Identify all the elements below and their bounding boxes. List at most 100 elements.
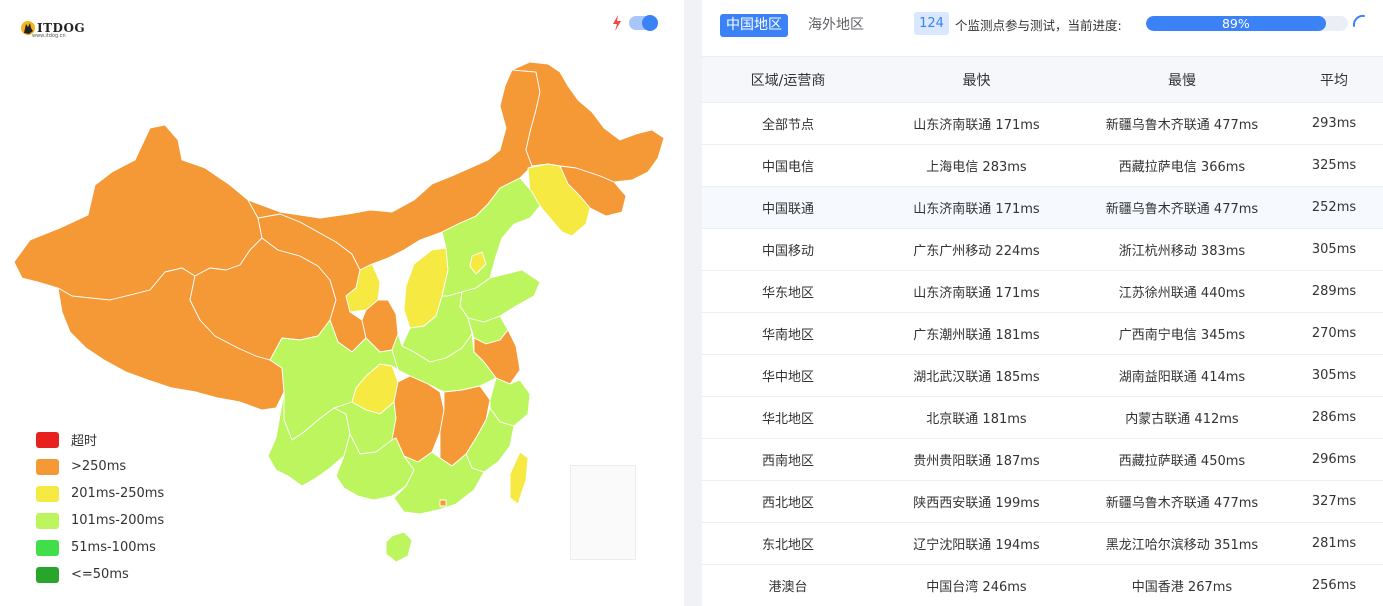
- header-average: 平均: [1285, 56, 1383, 103]
- cell-slowest: 新疆乌鲁木齐联通 477ms: [1079, 480, 1285, 523]
- legend-item-51-100: 51ms-100ms: [36, 534, 164, 561]
- cell-average: 296ms: [1285, 438, 1383, 481]
- table-row[interactable]: 华东地区 山东济南联通 171ms 江苏徐州联通 440ms 289ms: [702, 270, 1383, 313]
- cell-region: 华中地区: [702, 354, 874, 397]
- table-row[interactable]: 中国移动 广东广州移动 224ms 浙江杭州移动 383ms 305ms: [702, 228, 1383, 271]
- legend-label: 超时: [71, 434, 98, 449]
- province-taiwan: [509, 451, 529, 505]
- header-slowest: 最慢: [1079, 56, 1285, 103]
- table-body: 全部节点 山东济南联通 171ms 新疆乌鲁木齐联通 477ms 293ms 中国电信上…: [702, 102, 1383, 606]
- latency-legend: 超时 >250ms 201ms-250ms 101ms-200ms 51ms-1…: [36, 426, 164, 588]
- cell-fastest: 山东济南联通 171ms: [874, 102, 1079, 145]
- cell-slowest: 江苏徐州联通 440ms: [1079, 270, 1285, 313]
- legend-swatch: [36, 566, 59, 583]
- results-topbar: 中国地区 海外地区 124 个监测点参与测试，当前进度: 89%: [702, 0, 1383, 56]
- cell-fastest: 贵州贵阳联通 187ms: [874, 438, 1079, 481]
- province-hongkong: [439, 499, 447, 507]
- cell-average: 252ms: [1285, 186, 1383, 229]
- cell-slowest: 湖南益阳联通 414ms: [1079, 354, 1285, 397]
- table-row[interactable]: 全部节点 山东济南联通 171ms 新疆乌鲁木齐联通 477ms 293ms: [702, 102, 1383, 145]
- south-china-sea-inset: [570, 465, 636, 560]
- legend-swatch: [36, 458, 59, 475]
- map-panel: ITDOG www.itdog.cn 超时 >250ms 201ms-250ms…: [0, 0, 684, 606]
- cell-region: 华南地区: [702, 312, 874, 355]
- table-row[interactable]: 华中地区 湖北武汉联通 185ms 湖南益阳联通 414ms 305ms: [702, 354, 1383, 397]
- cell-fastest: 陕西西安联通 199ms: [874, 480, 1079, 523]
- tab-overseas[interactable]: 海外地区: [802, 14, 870, 37]
- cell-fastest: 湖北武汉联通 185ms: [874, 354, 1079, 397]
- table-row[interactable]: 西南地区 贵州贵阳联通 187ms 西藏拉萨联通 450ms 296ms: [702, 438, 1383, 481]
- cell-average: 256ms: [1285, 564, 1383, 606]
- legend-label: 101ms-200ms: [71, 513, 165, 528]
- cell-slowest: 新疆乌鲁木齐联通 477ms: [1079, 186, 1285, 229]
- legend-swatch: [36, 485, 59, 502]
- legend-swatch: [36, 512, 59, 529]
- cell-slowest: 中国香港 267ms: [1079, 564, 1285, 606]
- cell-region: 东北地区: [702, 522, 874, 565]
- progress-label: 89%: [1221, 16, 1250, 31]
- cell-average: 325ms: [1285, 144, 1383, 187]
- legend-item-timeout: 超时: [36, 426, 164, 453]
- cell-fastest: 山东济南联通 171ms: [874, 186, 1079, 229]
- cell-region: 西北地区: [702, 480, 874, 523]
- cell-fastest: 上海电信 283ms: [874, 144, 1079, 187]
- legend-item-201-250: 201ms-250ms: [36, 480, 164, 507]
- province-hainan: [385, 531, 413, 563]
- cell-region: 全部节点: [702, 102, 874, 145]
- cell-region: 中国电信: [702, 144, 874, 187]
- cell-slowest: 内蒙古联通 412ms: [1079, 396, 1285, 439]
- monitor-count-text: 个监测点参与测试，当前进度:: [955, 18, 1122, 33]
- legend-label: >250ms: [71, 459, 127, 474]
- cell-fastest: 辽宁沈阳联通 194ms: [874, 522, 1079, 565]
- legend-item-le50: <=50ms: [36, 561, 164, 588]
- legend-label: 201ms-250ms: [71, 486, 165, 501]
- legend-item-gt250: >250ms: [36, 453, 164, 480]
- cell-average: 305ms: [1285, 228, 1383, 271]
- cell-average: 286ms: [1285, 396, 1383, 439]
- cell-region: 西南地区: [702, 438, 874, 481]
- progress-bar: 89%: [1146, 16, 1348, 31]
- panel-divider: [684, 0, 702, 606]
- cell-region: 中国移动: [702, 228, 874, 271]
- cell-average: 293ms: [1285, 102, 1383, 145]
- table-row[interactable]: 港澳台 中国台湾 246ms 中国香港 267ms 256ms: [702, 564, 1383, 606]
- cell-fastest: 广东广州移动 224ms: [874, 228, 1079, 271]
- legend-swatch: [36, 539, 59, 556]
- legend-label: <=50ms: [71, 567, 129, 582]
- legend-swatch: [36, 431, 59, 448]
- cell-fastest: 山东济南联通 171ms: [874, 270, 1079, 313]
- monitor-count-badge: 124: [914, 12, 949, 35]
- table-row[interactable]: 中国联通 山东济南联通 171ms 新疆乌鲁木齐联通 477ms 252ms: [702, 186, 1383, 229]
- cell-slowest: 广西南宁电信 345ms: [1079, 312, 1285, 355]
- header-region: 区域/运营商: [702, 56, 874, 103]
- table-row[interactable]: 中国电信 上海电信 283ms 西藏拉萨电信 366ms 325ms: [702, 144, 1383, 187]
- progress-fill: 89%: [1146, 16, 1326, 31]
- cell-slowest: 西藏拉萨联通 450ms: [1079, 438, 1285, 481]
- cell-fastest: 中国台湾 246ms: [874, 564, 1079, 606]
- cell-slowest: 黑龙江哈尔滨移动 351ms: [1079, 522, 1285, 565]
- table-row[interactable]: 西北地区 陕西西安联通 199ms 新疆乌鲁木齐联通 477ms 327ms: [702, 480, 1383, 523]
- cell-region: 港澳台: [702, 564, 874, 606]
- cell-region: 华北地区: [702, 396, 874, 439]
- cell-average: 289ms: [1285, 270, 1383, 313]
- cell-average: 305ms: [1285, 354, 1383, 397]
- loading-spinner-icon: [1352, 14, 1365, 27]
- header-fastest: 最快: [874, 56, 1079, 103]
- table-header-row: 区域/运营商 最快 最慢 平均: [702, 56, 1383, 103]
- results-table: 区域/运营商 最快 最慢 平均 全部节点 山东济南联通 171ms 新疆乌鲁木齐联通…: [702, 56, 1383, 606]
- table-row[interactable]: 华南地区 广东潮州联通 181ms 广西南宁电信 345ms 270ms: [702, 312, 1383, 355]
- cell-slowest: 浙江杭州移动 383ms: [1079, 228, 1285, 271]
- cell-slowest: 新疆乌鲁木齐联通 477ms: [1079, 102, 1285, 145]
- tab-china[interactable]: 中国地区: [720, 14, 788, 37]
- cell-region: 中国联通: [702, 186, 874, 229]
- cell-region: 华东地区: [702, 270, 874, 313]
- legend-item-101-200: 101ms-200ms: [36, 507, 164, 534]
- cell-fastest: 北京联通 181ms: [874, 396, 1079, 439]
- cell-slowest: 西藏拉萨电信 366ms: [1079, 144, 1285, 187]
- cell-average: 270ms: [1285, 312, 1383, 355]
- table-row[interactable]: 华北地区 北京联通 181ms 内蒙古联通 412ms 286ms: [702, 396, 1383, 439]
- cell-average: 327ms: [1285, 480, 1383, 523]
- cell-fastest: 广东潮州联通 181ms: [874, 312, 1079, 355]
- results-panel: 中国地区 海外地区 124 个监测点参与测试，当前进度: 89% 区域/运营商 …: [702, 0, 1383, 606]
- table-row[interactable]: 东北地区 辽宁沈阳联通 194ms 黑龙江哈尔滨移动 351ms 281ms: [702, 522, 1383, 565]
